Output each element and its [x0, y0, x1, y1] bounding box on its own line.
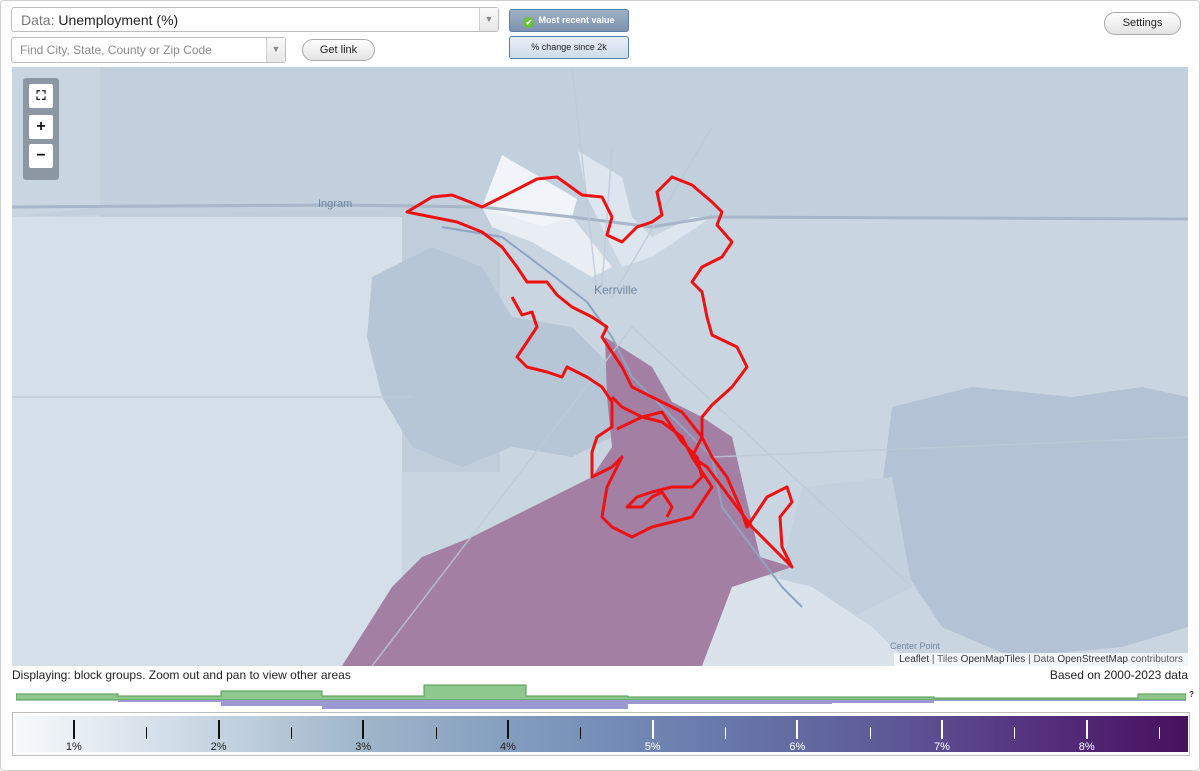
- search-input[interactable]: [20, 41, 265, 59]
- legend-tick-major: [506, 720, 509, 739]
- legend-tick-minor: [1159, 727, 1161, 739]
- legend-tick-minor: [146, 727, 148, 739]
- distribution-histogram: [16, 684, 1186, 709]
- openstreetmap-link[interactable]: OpenStreetMap: [1057, 654, 1128, 665]
- legend-label: 8%: [1078, 741, 1095, 753]
- legend-tick-minor: [435, 727, 437, 739]
- map-region: [12, 217, 402, 666]
- legend-tick-major: [72, 720, 75, 739]
- legend-tick-major: [941, 720, 944, 739]
- histogram-help-icon[interactable]: ?: [1189, 690, 1194, 699]
- map-label-kerrville: Kerrville: [594, 283, 638, 297]
- legend-label: 2%: [210, 741, 227, 753]
- get-link-button[interactable]: Get link: [302, 39, 375, 61]
- color-scale-bar: 1% 2% 3% 4% 5% 6% 7% 8%: [16, 716, 1188, 753]
- plus-icon[interactable]: +: [29, 115, 53, 139]
- legend-tick-minor: [290, 727, 292, 739]
- map-label-center-point: Center Point: [890, 641, 941, 651]
- histogram-city-bars: [16, 684, 1186, 701]
- data-selector[interactable]: Data: Unemployment (%) ▼: [11, 7, 499, 32]
- histogram-region-bars: [16, 700, 1186, 709]
- legend-tick-major: [796, 720, 799, 739]
- most-recent-value-toggle[interactable]: ✔ Most recent value: [509, 9, 629, 32]
- map-attribution: Leaflet | Tiles OpenMapTiles | Data Open…: [894, 653, 1188, 666]
- chevron-down-icon[interactable]: ▼: [266, 38, 285, 62]
- fullscreen-icon[interactable]: ⛶: [29, 84, 53, 108]
- settings-button[interactable]: Settings: [1104, 12, 1181, 35]
- percent-change-toggle[interactable]: % change since 2k: [509, 36, 629, 59]
- color-legend: 1% 2% 3% 4% 5% 6% 7% 8%: [12, 712, 1190, 756]
- legend-tick-major: [362, 720, 365, 739]
- legend-tick-minor: [869, 727, 871, 739]
- map-canvas: [12, 67, 1188, 666]
- map-label-ingram: Ingram: [318, 198, 353, 210]
- check-icon: ✔: [523, 17, 535, 28]
- legend-label: 4%: [499, 741, 516, 753]
- display-note: Displaying: block groups. Zoom out and p…: [12, 668, 351, 682]
- leaflet-link[interactable]: Leaflet: [899, 654, 929, 665]
- legend-label: 5%: [644, 741, 661, 753]
- legend-label: 7%: [934, 741, 950, 753]
- legend-tick-minor: [724, 727, 726, 739]
- legend-tick-major: [1085, 720, 1088, 739]
- legend-label: 6%: [789, 741, 806, 753]
- legend-label: 3%: [355, 741, 372, 753]
- map-view[interactable]: Ingram Kerrville Center Point ⛶ + − Leaf…: [12, 67, 1188, 666]
- data-range-note: Based on 2000-2023 data: [1049, 668, 1188, 682]
- chevron-down-icon[interactable]: ▼: [479, 8, 498, 31]
- minus-icon[interactable]: −: [29, 144, 53, 168]
- openmaptiles-link[interactable]: OpenMapTiles: [961, 654, 1026, 665]
- legend-tick-minor: [1014, 727, 1016, 739]
- data-selector-text: Data: Unemployment (%): [21, 12, 179, 28]
- map-zoom-controls: ⛶ + −: [23, 78, 59, 180]
- legend-tick-minor: [580, 727, 582, 739]
- legend-label: 1%: [65, 741, 82, 753]
- legend-tick-major: [651, 720, 654, 739]
- legend-tick-major: [217, 720, 220, 739]
- location-search[interactable]: ▼: [11, 37, 286, 63]
